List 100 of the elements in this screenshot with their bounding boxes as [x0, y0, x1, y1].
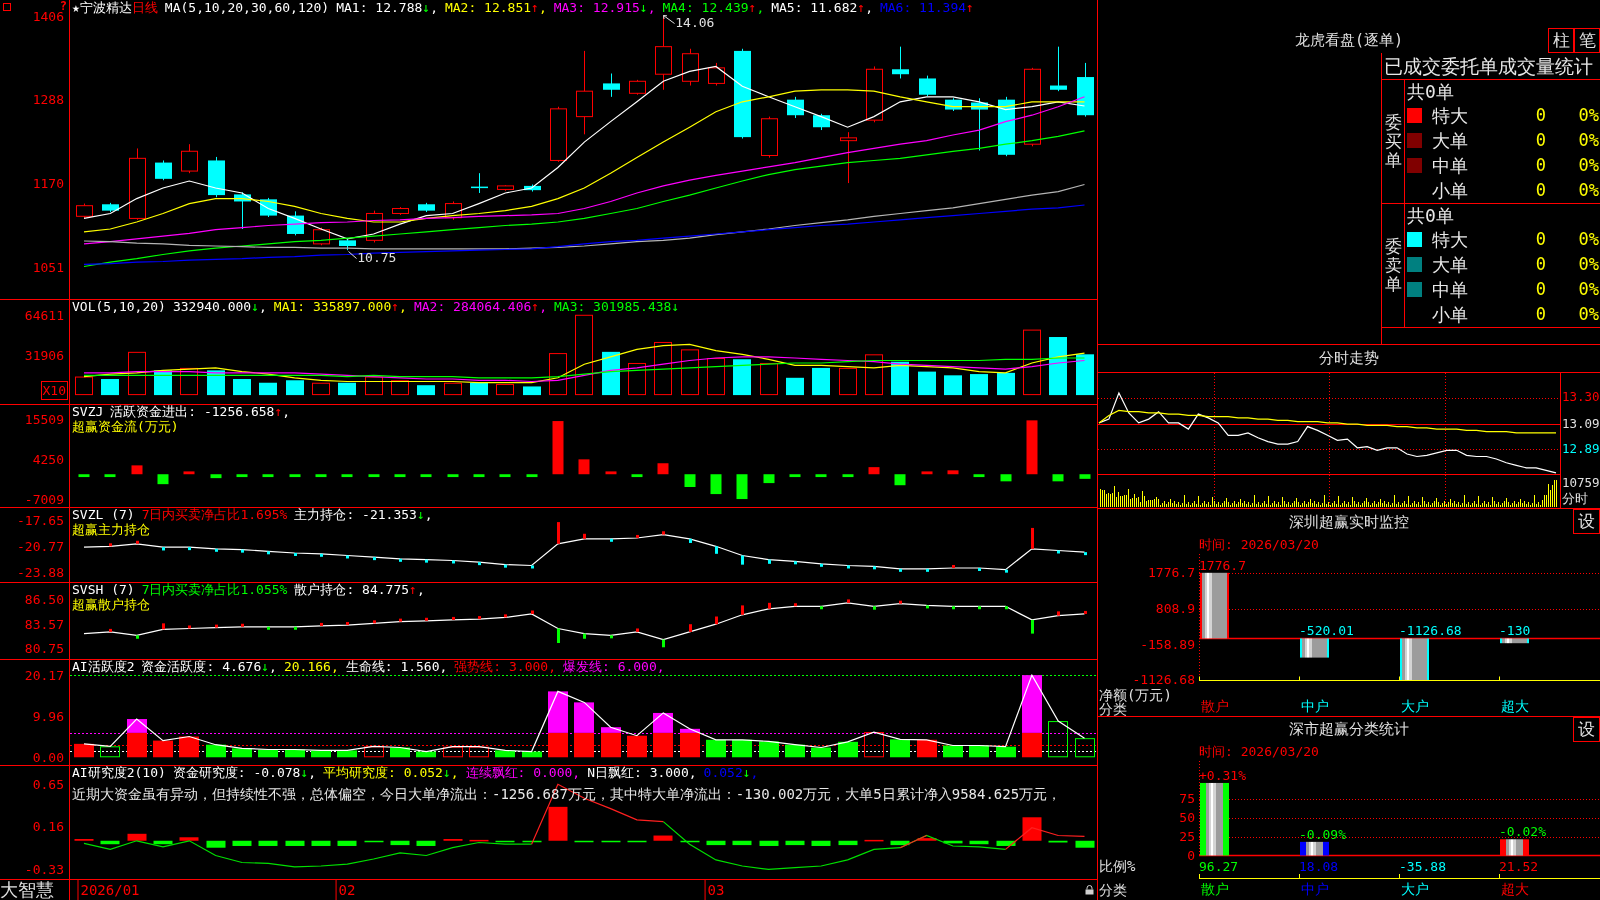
indicator-title: 超赢散户持仓: [72, 597, 150, 612]
axis-label: -158.89: [1140, 637, 1195, 651]
value-label: 1776.7: [1199, 558, 1246, 572]
indicator-reading: MA1: 335897.000↑,: [273, 300, 407, 314]
indicator-reading: 7日内买卖净占比1.055%: [141, 583, 288, 597]
change-label: -0.02%: [1499, 825, 1546, 839]
order-share: 0%: [1578, 182, 1600, 199]
indicator-reading: 平均研究度: 0.052↓,: [323, 766, 459, 780]
indicator-reading: 生命线: 1.560,: [345, 660, 448, 674]
axis-label: 0: [1187, 849, 1195, 862]
indicator-reading: 资金研究度: -0.078↓,: [172, 766, 317, 780]
indicator-reading: 连续飘红: 0.000,: [465, 766, 581, 780]
order-total: 共0单: [1407, 206, 1454, 225]
category-label: 散户: [1200, 698, 1229, 714]
indicator-reading: MA2: 284064.406↑,: [413, 300, 547, 314]
axis-label: 1288: [32, 93, 64, 107]
section-title: 分时走势: [1319, 351, 1379, 366]
axis-label: 75: [1179, 792, 1195, 806]
axis-label: -1126.68: [1132, 673, 1195, 687]
section-title: 深市超赢分类统计: [1289, 722, 1409, 737]
value-label: 18.08: [1299, 859, 1339, 874]
axis-label: 分时: [1562, 491, 1589, 507]
order-count: 0: [1534, 107, 1546, 124]
category-label: 大户: [1400, 698, 1429, 714]
indicator-name: SVZJ: [72, 405, 104, 419]
axis-label: 50: [1179, 811, 1195, 825]
change-label: +0.31%: [1199, 768, 1246, 782]
indicator-title: 超赢资金流(万元): [72, 419, 179, 434]
indicator-reading: 7日内买卖净占比1.695%: [141, 508, 288, 522]
order-share: 0%: [1578, 107, 1600, 124]
order-size-label: 大单: [1432, 131, 1469, 150]
indicator-name: SVSH (7): [72, 583, 135, 597]
timestamp: 时间: 2026/03/20: [1199, 538, 1319, 551]
unit-label: X10: [40, 381, 68, 400]
indicator-reading: MA6: 11.394↑: [879, 0, 974, 15]
indicator-reading: N日飘红: 3.000,: [587, 766, 697, 780]
indicator-name: MA(5,10,20,30,60,120): [164, 0, 330, 15]
indicator-name: AI研究度2(10): [72, 766, 166, 780]
order-size-label: 大单: [1432, 255, 1469, 274]
category-label: 中户: [1300, 698, 1329, 714]
order-count: 0: [1534, 281, 1546, 298]
panel-title: 龙虎看盘(逐单): [1294, 33, 1404, 48]
order-size-label: 小单: [1432, 305, 1469, 324]
period-label: 日线: [131, 0, 158, 15]
order-share: 0%: [1578, 157, 1600, 174]
order-count: 0: [1534, 182, 1546, 199]
table-title: 已成交委托单成交量统计: [1382, 53, 1600, 80]
group-label: 委买单: [1384, 113, 1402, 170]
order-count: 0: [1534, 256, 1546, 273]
help-mark: ?: [59, 0, 67, 12]
indicator-name: AI活跃度2: [72, 660, 135, 674]
indicator-reading: MA3: 12.915↓,: [553, 0, 656, 15]
order-count: 0: [1534, 306, 1546, 323]
axis-label: 808.9: [1155, 602, 1195, 616]
category-label: 散户: [1200, 881, 1229, 897]
value-label: -1126.68: [1399, 624, 1462, 638]
order-share: 0%: [1578, 231, 1600, 248]
indicator-reading: 散户持仓: 84.775↑,: [294, 583, 425, 597]
order-count: 0: [1534, 132, 1546, 149]
value-label: -130: [1499, 624, 1531, 638]
indicator-reading: 332940.000↓,: [172, 300, 267, 314]
axis-title: 比例%: [1099, 859, 1136, 874]
order-size-label: 特大: [1432, 230, 1469, 249]
group-label: 委卖单: [1384, 237, 1402, 294]
order-count: 0: [1534, 157, 1546, 174]
indicator-name: SVZL (7): [72, 508, 135, 522]
indicator-reading: MA4: 12.439↑,: [662, 0, 765, 15]
indicator-title: 超赢主力持仓: [72, 522, 150, 537]
indicator-reading: 活跃资金进出: -1256.658↑,: [110, 405, 291, 419]
axis-title: 分类: [1099, 702, 1127, 716]
indicator-reading: 强势线: 3.000,: [454, 660, 556, 674]
value-label: -35.88: [1399, 859, 1446, 874]
order-share: 0%: [1578, 281, 1600, 298]
indicator-reading: MA3: 301985.438↓: [554, 300, 680, 314]
indicator-reading: 爆发线: 6.000,: [563, 660, 665, 674]
value-label: -520.01: [1299, 624, 1354, 638]
axis-label: 1051: [32, 260, 64, 274]
axis-label: 1170: [32, 176, 64, 190]
order-share: 0%: [1578, 132, 1600, 149]
indicator-reading: MA2: 12.851↑,: [444, 0, 547, 15]
order-size-label: 小单: [1432, 181, 1469, 200]
axis-title: 分类: [1099, 881, 1127, 898]
price-annotation: 14.06: [675, 16, 715, 31]
change-label: -0.09%: [1299, 827, 1346, 841]
order-size-label: 中单: [1432, 156, 1469, 175]
value-label: 21.52: [1499, 859, 1539, 874]
volume-axis-label: 10759: [1562, 475, 1600, 491]
axis-label: 1776.7: [1148, 566, 1195, 580]
timestamp: 时间: 2026/03/20: [1199, 745, 1319, 758]
stock-name: ★宁波精达: [72, 0, 132, 15]
order-count: 0: [1534, 231, 1546, 248]
indicator-reading: MA5: 11.682↑,: [771, 0, 873, 15]
axis-label: 1406: [32, 9, 64, 23]
category-label: 超大: [1500, 881, 1529, 897]
indicator-reading: 0.052↓,: [703, 766, 759, 780]
order-share: 0%: [1578, 306, 1600, 323]
section-title: 深圳超赢实时监控: [1289, 514, 1409, 530]
indicator-reading: 资金活跃度: 4.676↓,: [141, 660, 277, 674]
value-label: 96.27: [1199, 859, 1239, 874]
order-total: 共0单: [1407, 82, 1454, 101]
